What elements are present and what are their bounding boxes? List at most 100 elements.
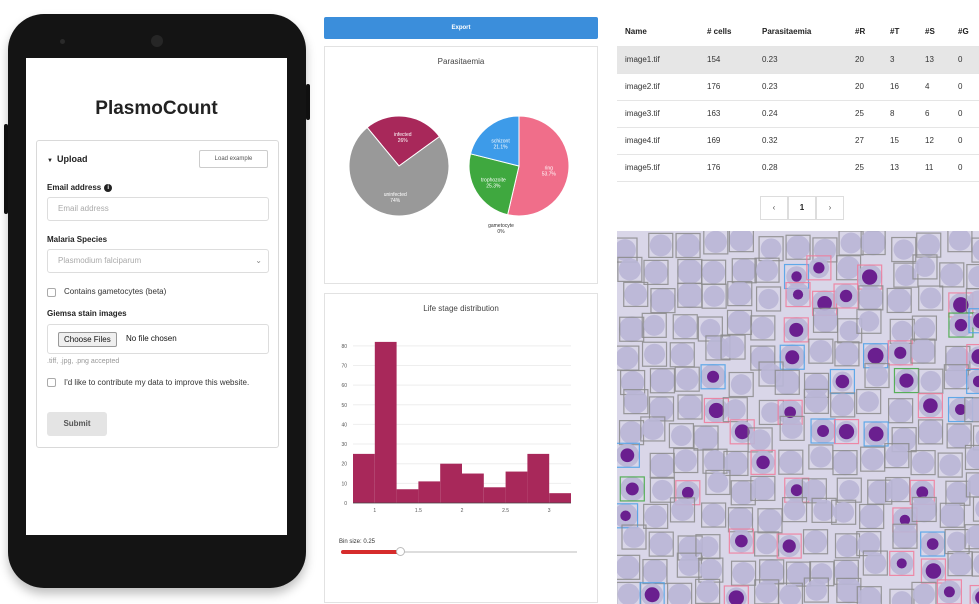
no-file-text: No file chosen	[126, 334, 177, 343]
red-blood-cell	[809, 339, 833, 363]
red-blood-cell	[858, 285, 884, 311]
cell-parasitaemia: 0.32	[754, 127, 847, 155]
col-name[interactable]: Name	[617, 18, 699, 47]
red-blood-cell	[975, 501, 979, 518]
red-blood-cell	[864, 552, 887, 574]
y-tick-label: 70	[341, 363, 347, 369]
load-example-button[interactable]: Load example	[199, 150, 268, 168]
info-icon[interactable]: i	[104, 183, 113, 192]
cell-r: 20	[847, 73, 882, 101]
cell-s: 6	[917, 100, 950, 128]
table-row[interactable]: image3.tif 163 0.24 25 8 6 0	[617, 100, 979, 128]
col-t[interactable]: #T	[882, 18, 917, 47]
col-g[interactable]: #G	[950, 18, 979, 47]
red-blood-cell	[624, 282, 648, 306]
prev-page-button[interactable]: ‹	[760, 196, 788, 220]
red-blood-cell	[758, 508, 782, 533]
red-blood-cell	[966, 446, 979, 469]
cell-g: 0	[950, 127, 979, 155]
file-input[interactable]: Choose Files No file chosen	[47, 324, 269, 354]
col-cells[interactable]: # cells	[699, 18, 754, 47]
table-row[interactable]: image1.tif 154 0.23 20 3 13 0	[617, 46, 979, 74]
y-tick-label: 40	[341, 422, 347, 428]
red-blood-cell	[617, 555, 640, 580]
parasite	[954, 318, 968, 332]
red-blood-cell	[751, 316, 775, 340]
red-blood-cell	[885, 477, 910, 502]
parasite	[644, 587, 660, 603]
next-page-button[interactable]: ›	[816, 196, 844, 220]
red-blood-cell	[946, 423, 972, 449]
red-blood-cell	[947, 551, 973, 576]
red-blood-cell	[704, 231, 727, 254]
red-blood-cell	[649, 368, 676, 394]
choose-files-button[interactable]: Choose Files	[58, 332, 117, 347]
cell-t: 8	[882, 100, 917, 128]
red-blood-cell	[652, 479, 673, 501]
gametocytes-option[interactable]: Contains gametocytes (beta)	[47, 287, 166, 297]
export-button[interactable]: Export	[324, 17, 598, 39]
phone-sensor	[60, 39, 65, 44]
email-field[interactable]: Email address	[47, 197, 269, 221]
table-row[interactable]: image5.tif 176 0.28 25 13 11 0	[617, 154, 979, 182]
red-blood-cell	[677, 258, 703, 285]
histogram-bar	[396, 489, 419, 503]
cell-t: 3	[882, 46, 917, 74]
parasite	[839, 289, 853, 303]
cell-s: 13	[917, 46, 950, 74]
cell-s: 4	[917, 73, 950, 101]
red-blood-cell	[940, 263, 964, 287]
cell-name: image4.tif	[617, 127, 699, 155]
submit-button[interactable]: Submit	[47, 412, 107, 436]
red-blood-cell	[774, 369, 800, 396]
red-blood-cell	[968, 265, 979, 288]
app-root: PlasmoCount ▼ Upload Load example Email a…	[0, 0, 979, 604]
red-blood-cell	[617, 346, 639, 370]
species-select[interactable]: Plasmodium falciparum ⌄	[47, 249, 269, 273]
app-title: PlasmoCount	[95, 98, 218, 119]
images-label: Giemsa stain images	[47, 309, 127, 318]
parasite	[785, 350, 800, 365]
contribute-checkbox[interactable]	[47, 378, 56, 387]
red-blood-cell	[727, 281, 753, 306]
pie-value-ring: 53.7%	[542, 171, 557, 177]
table-row[interactable]: image2.tif 176 0.23 20 16 4 0	[617, 73, 979, 101]
red-blood-cell	[893, 239, 914, 260]
life-stage-histogram: 0 10 20 30 40 50 60 70 80 1 1.5 2 2.5 3	[341, 341, 571, 514]
col-r[interactable]: #R	[847, 18, 882, 47]
pagination: ‹ 1 ›	[760, 196, 844, 220]
parasite	[791, 271, 802, 282]
red-blood-cell	[813, 238, 837, 262]
contribute-option[interactable]: I'd like to contribute my data to improv…	[47, 377, 262, 388]
cell-r: 20	[847, 46, 882, 74]
y-tick-label: 10	[341, 481, 347, 487]
red-blood-cell	[892, 523, 918, 549]
red-blood-cell	[641, 417, 664, 441]
red-blood-cell	[673, 315, 697, 339]
gametocytes-checkbox[interactable]	[47, 288, 56, 297]
upload-toggle[interactable]: ▼ Upload	[47, 154, 87, 164]
red-blood-cell	[650, 287, 676, 314]
red-blood-cell	[755, 580, 778, 604]
red-blood-cell	[642, 559, 668, 584]
col-s[interactable]: #S	[917, 18, 950, 47]
col-parasitaemia[interactable]: Parasitaemia	[754, 18, 847, 47]
parasite	[867, 347, 884, 364]
red-blood-cell	[947, 531, 968, 552]
parasite	[838, 423, 855, 440]
red-blood-cell	[860, 231, 886, 256]
parasite	[923, 398, 938, 413]
cell-t: 15	[882, 127, 917, 155]
slider-handle[interactable]	[396, 547, 405, 556]
page-1-button[interactable]: 1	[788, 196, 816, 220]
red-blood-cell	[693, 425, 719, 451]
red-blood-cell	[696, 580, 719, 603]
red-blood-cell	[623, 526, 645, 548]
bin-size-slider[interactable]	[341, 547, 577, 556]
red-blood-cell	[885, 444, 909, 468]
red-blood-cell	[813, 308, 838, 333]
red-blood-cell	[727, 310, 752, 335]
table-row[interactable]: image4.tif 169 0.32 27 15 12 0	[617, 127, 979, 155]
y-tick-label: 60	[341, 383, 347, 389]
red-blood-cell	[649, 396, 674, 422]
